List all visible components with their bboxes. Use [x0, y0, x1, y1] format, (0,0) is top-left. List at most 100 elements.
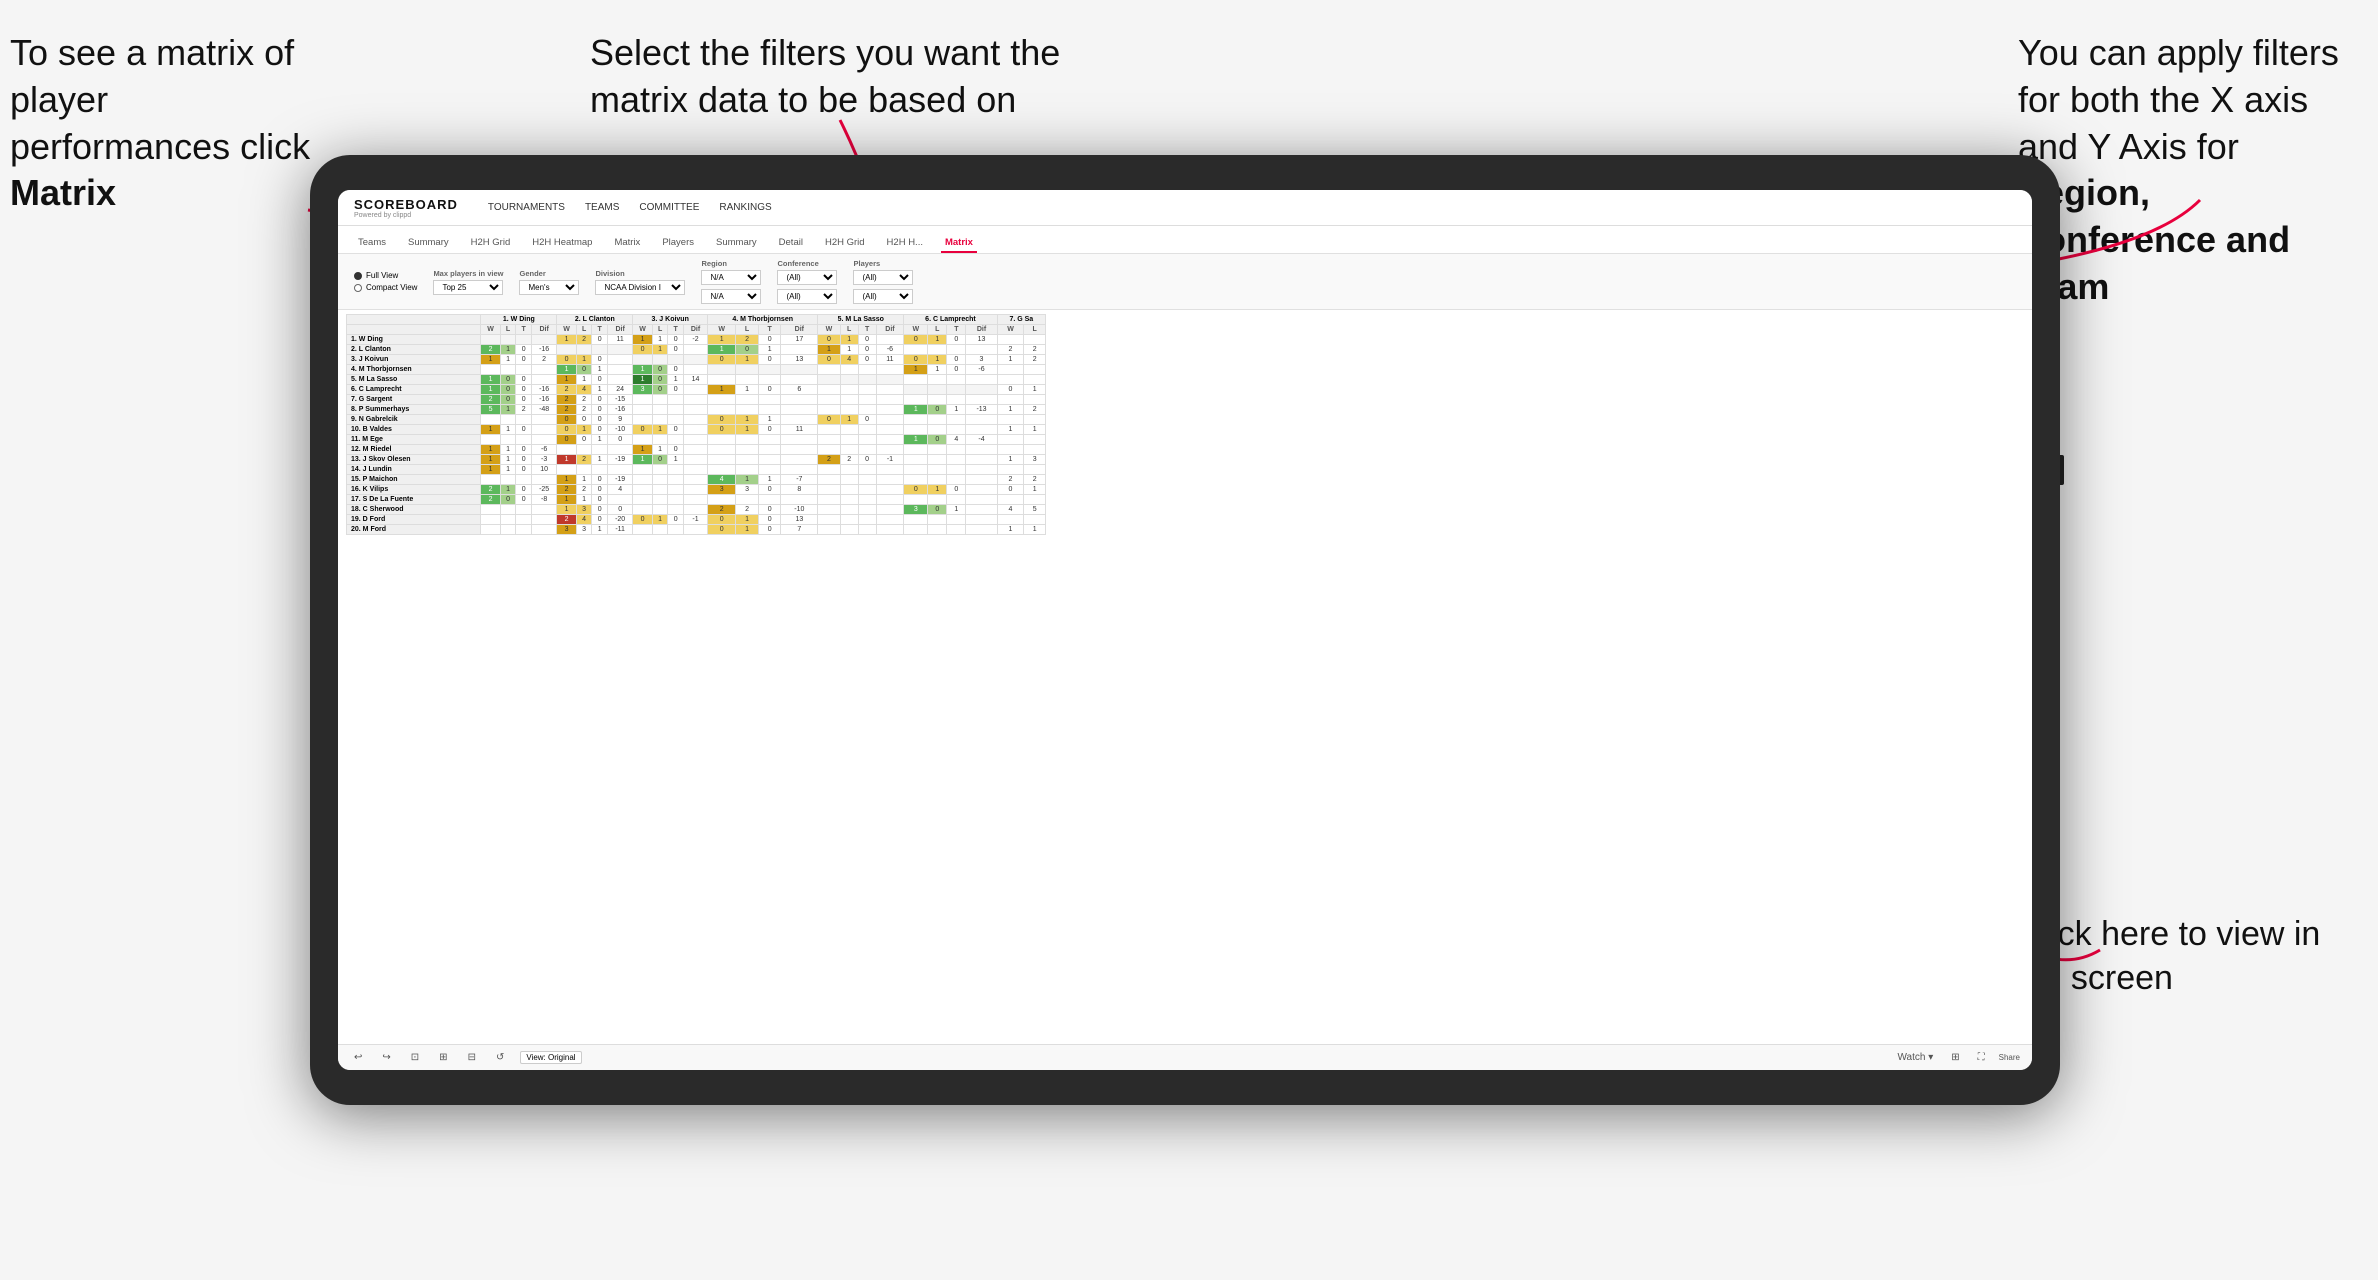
- cell-r5-c4-3: [876, 385, 904, 395]
- cell-r8-c6-0: [997, 415, 1024, 425]
- cell-r0-c2-3: -2: [683, 335, 707, 345]
- cell-r2-c6-1: 2: [1024, 355, 1046, 365]
- cell-r8-c3-1: 1: [736, 415, 759, 425]
- sub-nav-teams[interactable]: Teams: [354, 234, 390, 253]
- cell-r19-c4-3: [876, 525, 904, 535]
- sub-nav-h2h-grid2[interactable]: H2H Grid: [821, 234, 869, 253]
- cell-r0-c1-3: 11: [607, 335, 632, 345]
- max-players-select[interactable]: Top 25: [433, 280, 503, 295]
- cell-r12-c6-0: 1: [997, 455, 1024, 465]
- fit-button[interactable]: ⊡: [407, 1051, 423, 1064]
- cell-r6-c4-3: [876, 395, 904, 405]
- cell-r12-c4-1: 2: [840, 455, 858, 465]
- cell-r10-c5-1: 0: [928, 435, 947, 445]
- cell-r7-c2-3: [683, 405, 707, 415]
- sub-nav-summary[interactable]: Summary: [404, 234, 453, 253]
- compact-view-radio[interactable]: Compact View: [354, 283, 417, 292]
- watch-button[interactable]: Watch ▾: [1893, 1051, 1937, 1064]
- region-select[interactable]: N/A: [701, 270, 761, 285]
- reset-button[interactable]: ↺: [492, 1051, 508, 1064]
- table-row: 10. B Valdes110010-100100101111: [347, 425, 1046, 435]
- cell-r7-c5-1: 0: [928, 405, 947, 415]
- tablet-screen: SCOREBOARD Powered by clippd TOURNAMENTS…: [338, 190, 2032, 1070]
- sub-nav-summary2[interactable]: Summary: [712, 234, 761, 253]
- division-select[interactable]: NCAA Division I: [595, 280, 685, 295]
- redo-button[interactable]: ↪: [378, 1051, 394, 1064]
- cell-r4-c2-3: 14: [683, 375, 707, 385]
- cell-r11-c0-3: -6: [531, 445, 556, 455]
- cell-r7-c2-2: [668, 405, 684, 415]
- cell-r13-c4-3: [876, 465, 904, 475]
- cell-r9-c1-2: 0: [592, 425, 608, 435]
- nav-rankings[interactable]: RANKINGS: [719, 202, 771, 213]
- row-header-1: 2. L Clanton: [347, 345, 481, 355]
- sub-nav-detail[interactable]: Detail: [775, 234, 807, 253]
- full-view-radio[interactable]: Full View: [354, 271, 417, 280]
- row-header-15: 16. K Vilips: [347, 485, 481, 495]
- cell-r12-c3-3: [781, 455, 818, 465]
- sub-nav-matrix2[interactable]: Matrix: [941, 234, 977, 253]
- nav-tournaments[interactable]: TOURNAMENTS: [488, 202, 565, 213]
- nav-teams[interactable]: TEAMS: [585, 202, 619, 213]
- expand-button[interactable]: ⛶: [1974, 1051, 1989, 1064]
- cell-r19-c4-2: [858, 525, 876, 535]
- cell-r14-c6-1: 2: [1024, 475, 1046, 485]
- view-original[interactable]: View: Original: [520, 1051, 581, 1064]
- cell-r0-c5-0: 0: [904, 335, 928, 345]
- cell-r17-c1-1: 3: [576, 505, 592, 515]
- cell-r14-c1-1: 1: [576, 475, 592, 485]
- nav-committee[interactable]: COMMITTEE: [639, 202, 699, 213]
- conference-select[interactable]: (All): [777, 270, 837, 285]
- zoom-in-button[interactable]: ⊞: [435, 1051, 451, 1064]
- region-select2[interactable]: N/A: [701, 289, 761, 304]
- cell-r3-c2-1: 0: [652, 365, 668, 375]
- sub-l-3: L: [652, 325, 668, 335]
- cell-r0-c6-1: [1024, 335, 1046, 345]
- cell-r3-c5-1: 1: [928, 365, 947, 375]
- cell-r18-c2-2: 0: [668, 515, 684, 525]
- cell-r15-c3-2: 0: [758, 485, 781, 495]
- sub-nav-h2h-heatmap[interactable]: H2H Heatmap: [528, 234, 596, 253]
- cell-r8-c4-2: 0: [858, 415, 876, 425]
- cell-r7-c1-1: 2: [576, 405, 592, 415]
- cell-r2-c2-2: [668, 355, 684, 365]
- cell-r8-c2-0: [633, 415, 652, 425]
- players-select[interactable]: (All): [853, 270, 913, 285]
- cell-r5-c1-3: 24: [607, 385, 632, 395]
- cell-r16-c5-2: [947, 495, 966, 505]
- cell-r17-c1-2: 0: [592, 505, 608, 515]
- sub-nav-players[interactable]: Players: [658, 234, 698, 253]
- cell-r13-c0-1: 1: [500, 465, 516, 475]
- zoom-out-button[interactable]: ⊟: [464, 1051, 480, 1064]
- sub-nav-h2h-h[interactable]: H2H H...: [883, 234, 927, 253]
- players-select2[interactable]: (All): [853, 289, 913, 304]
- row-header-3: 4. M Thorbjornsen: [347, 365, 481, 375]
- share-button[interactable]: Share: [1999, 1053, 2020, 1062]
- division-label: Division: [595, 269, 685, 278]
- cell-r14-c3-2: 1: [758, 475, 781, 485]
- table-row: 16. K Vilips210-252204330801001: [347, 485, 1046, 495]
- gender-select[interactable]: Men's: [519, 280, 579, 295]
- cell-r10-c4-1: [840, 435, 858, 445]
- matrix-area[interactable]: 1. W Ding 2. L Clanton 3. J Koivun 4. M …: [338, 310, 2032, 1044]
- players-filter-label: Players: [853, 259, 913, 268]
- cell-r13-c2-0: [633, 465, 652, 475]
- cell-r17-c4-0: [818, 505, 840, 515]
- cell-r3-c5-2: 0: [947, 365, 966, 375]
- conference-select2[interactable]: (All): [777, 289, 837, 304]
- cell-r19-c0-0: [481, 525, 500, 535]
- cell-r4-c2-1: 0: [652, 375, 668, 385]
- undo-button[interactable]: ↩: [350, 1051, 366, 1064]
- cell-r3-c1-1: 0: [576, 365, 592, 375]
- cell-r9-c0-1: 1: [500, 425, 516, 435]
- sub-t-1: T: [516, 325, 532, 335]
- cell-r12-c2-0: 1: [633, 455, 652, 465]
- cell-r9-c3-3: 11: [781, 425, 818, 435]
- sub-nav-h2h-grid[interactable]: H2H Grid: [467, 234, 515, 253]
- layout-button[interactable]: ⊞: [1947, 1051, 1963, 1064]
- cell-r8-c1-3: 9: [607, 415, 632, 425]
- table-row: 13. J Skov Olesen110-3121-19101220-113: [347, 455, 1046, 465]
- cell-r10-c2-1: [652, 435, 668, 445]
- sub-nav-matrix[interactable]: Matrix: [610, 234, 644, 253]
- sub-l-1: L: [500, 325, 516, 335]
